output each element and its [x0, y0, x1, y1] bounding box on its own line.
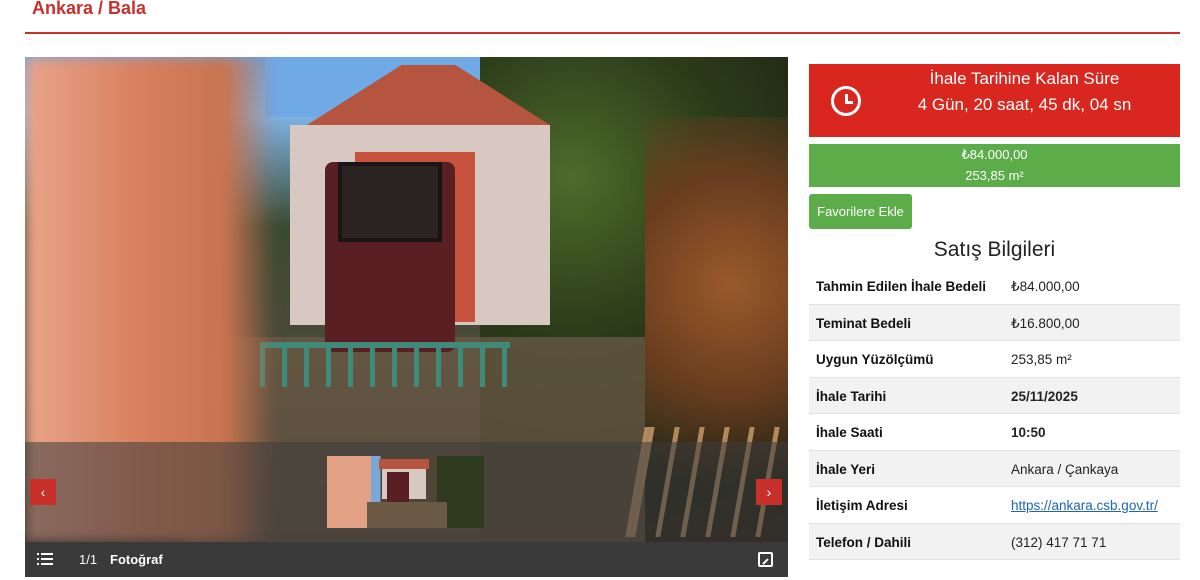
list-icon[interactable]: [37, 551, 53, 567]
page-header: Ankara / Bala: [25, 0, 1180, 34]
row-key: İletişim Adresi: [816, 498, 908, 513]
row-value: ₺84.000,00: [1011, 279, 1080, 294]
next-photo-button[interactable]: ›: [756, 479, 782, 505]
row-value: 253,85 m²: [1011, 352, 1072, 367]
add-to-favorites-button[interactable]: Favorilere Ekle: [809, 194, 912, 229]
row-value: 10:50: [1011, 425, 1046, 440]
sales-info-title: Satış Bilgileri: [933, 238, 1056, 261]
table-row: İhale Tarihi 25/11/2025: [809, 377, 1180, 414]
table-row: Telefon / Dahili (312) 417 71 71: [809, 523, 1180, 560]
expand-icon[interactable]: [758, 552, 773, 567]
countdown-time: 4 Gün, 20 saat, 45 dk, 04 sn: [917, 95, 1132, 114]
price-value: ₺84.000,00: [961, 147, 1028, 162]
photo-thumbnail[interactable]: [327, 456, 484, 528]
photo-label: Fotoğraf: [110, 552, 163, 567]
row-value: 25/11/2025: [1011, 388, 1078, 404]
row-key: İhale Yeri: [816, 461, 876, 477]
table-row: İhale Yeri Ankara / Çankaya: [809, 450, 1180, 487]
row-key: Telefon / Dahili: [816, 534, 912, 550]
row-key: İhale Saati: [816, 425, 883, 440]
photo-gallery: ‹ › 1/1 Fotoğraf: [25, 57, 788, 577]
table-row: Tahmin Edilen İhale Bedeli ₺84.000,00: [809, 268, 1180, 305]
clock-icon: [831, 86, 861, 116]
table-row: Teminat Bedeli ₺16.800,00: [809, 304, 1180, 341]
row-key: Teminat Bedeli: [816, 315, 912, 331]
row-value: Ankara / Çankaya: [1011, 461, 1119, 477]
thumbnail-strip: [25, 442, 788, 542]
chevron-left-icon: ‹: [40, 484, 46, 500]
price-summary: ₺84.000,00 253,85 m²: [809, 144, 1180, 187]
table-row: Uygun Yüzölçümü 253,85 m²: [809, 341, 1180, 378]
contact-address-link[interactable]: https://ankara.csb.gov.tr/: [1011, 498, 1158, 513]
countdown-title: İhale Tarihine Kalan Süre: [929, 69, 1120, 88]
area-value: 253,85 m²: [965, 168, 1024, 183]
location-breadcrumb: Ankara / Bala: [32, 0, 147, 18]
row-value: (312) 417 71 71: [1011, 534, 1107, 550]
photo-counter: 1/1: [79, 552, 98, 567]
auction-countdown: İhale Tarihine Kalan Süre 4 Gün, 20 saat…: [809, 64, 1180, 137]
table-row: İletişim Adresi https://ankara.csb.gov.t…: [809, 487, 1180, 524]
row-key: İhale Tarihi: [816, 388, 887, 404]
gallery-toolbar: 1/1 Fotoğraf: [25, 542, 788, 577]
row-key: Tahmin Edilen İhale Bedeli: [816, 279, 987, 294]
sales-info-table: Tahmin Edilen İhale Bedeli ₺84.000,00 Te…: [809, 268, 1180, 560]
table-row: İhale Saati 10:50: [809, 414, 1180, 451]
chevron-right-icon: ›: [766, 484, 772, 500]
row-key: Uygun Yüzölçümü: [816, 352, 934, 367]
previous-photo-button[interactable]: ‹: [30, 479, 56, 505]
row-value: ₺16.800,00: [1011, 315, 1080, 331]
